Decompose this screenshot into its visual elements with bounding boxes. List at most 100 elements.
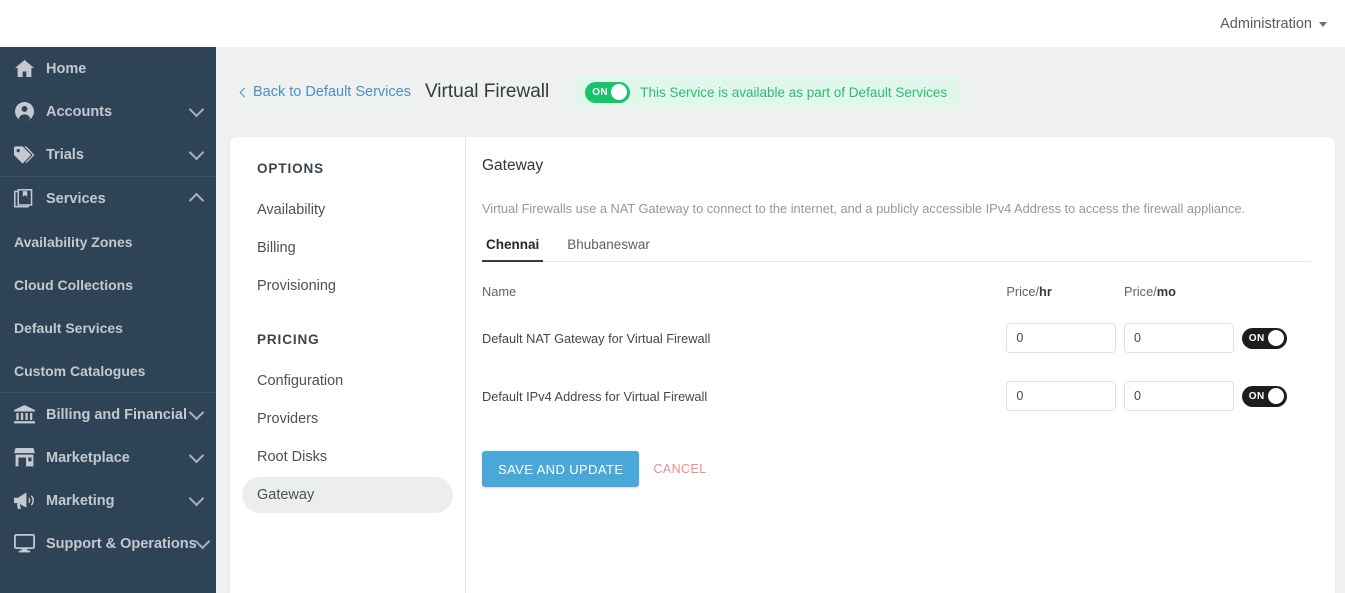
section-title: Gateway xyxy=(482,157,1311,175)
column-header-toggle xyxy=(1242,270,1311,309)
price-hr-input[interactable] xyxy=(1006,323,1116,353)
pane-item-billing[interactable]: Billing xyxy=(242,230,453,266)
sidebar-item-support-and-operations[interactable]: Support & Operations xyxy=(0,522,216,565)
chevron-down-icon xyxy=(189,448,205,464)
pane-item-root-disks[interactable]: Root Disks xyxy=(242,439,453,475)
chevron-down-icon xyxy=(189,102,205,118)
column-header-price-mo: Price/mo xyxy=(1124,270,1242,309)
pane-item-provisioning[interactable]: Provisioning xyxy=(242,268,453,304)
price-mo-prefix: Price/ xyxy=(1124,284,1157,299)
price-hr-input[interactable] xyxy=(1006,381,1116,411)
pane-item-providers[interactable]: Providers xyxy=(242,401,453,437)
toggle-knob xyxy=(611,84,627,100)
sidebar-item-services[interactable]: Services xyxy=(0,177,216,220)
sidebar-item-billing-and-financial[interactable]: Billing and Financial xyxy=(0,393,216,436)
chevron-down-icon xyxy=(194,534,210,550)
user-circle-icon xyxy=(12,101,36,123)
form-actions: SAVE AND UPDATE CANCEL xyxy=(482,451,1311,487)
pane-item-gateway[interactable]: Gateway xyxy=(242,477,453,513)
toggle-state-label: ON xyxy=(1245,333,1265,344)
pane-item-label: Configuration xyxy=(257,373,343,389)
administration-label: Administration xyxy=(1220,16,1312,32)
toggle-state-label: ON xyxy=(588,87,608,98)
sidebar-item-label: Trials xyxy=(46,147,191,163)
row-price-mo-cell xyxy=(1124,367,1242,425)
row-price-hr-cell xyxy=(1006,309,1124,367)
chevron-down-icon xyxy=(189,405,205,421)
price-mo-unit: mo xyxy=(1157,284,1176,299)
pricing-table: Name Price/hr Price/mo Default NAT Gatew… xyxy=(482,270,1311,425)
service-banner-text: This Service is available as part of Def… xyxy=(640,85,947,100)
megaphone-icon xyxy=(12,490,36,512)
sidebar-item-label: Accounts xyxy=(46,104,191,120)
sidebar-item-marketplace[interactable]: Marketplace xyxy=(0,436,216,479)
administration-menu[interactable]: Administration xyxy=(1220,16,1327,32)
tab-chennai[interactable]: Chennai xyxy=(482,237,543,261)
table-row: Default IPv4 Address for Virtual Firewal… xyxy=(482,367,1311,425)
sidebar-subitem-custom-catalogues[interactable]: Custom Catalogues xyxy=(0,349,216,392)
sidebar-subitem-default-services[interactable]: Default Services xyxy=(0,306,216,349)
pane-item-configuration[interactable]: Configuration xyxy=(242,363,453,399)
back-to-default-services-link[interactable]: Back to Default Services xyxy=(241,84,411,100)
sidebar-item-label: Billing and Financial xyxy=(46,407,191,423)
row-name: Default NAT Gateway for Virtual Firewall xyxy=(482,309,1006,367)
sidebar-item-marketing[interactable]: Marketing xyxy=(0,479,216,522)
pane-item-label: Gateway xyxy=(257,487,314,503)
page-title: Virtual Firewall xyxy=(425,81,549,103)
layers-icon xyxy=(12,188,36,210)
sidebar-item-accounts[interactable]: Accounts xyxy=(0,90,216,133)
storefront-icon xyxy=(12,447,36,469)
home-icon xyxy=(12,58,36,80)
price-hr-prefix: Price/ xyxy=(1006,284,1039,299)
settings-card: OPTIONS Availability Billing Provisionin… xyxy=(230,137,1335,593)
price-mo-input[interactable] xyxy=(1124,323,1234,353)
sidebar: Home Accounts Trials xyxy=(0,47,216,593)
section-description: Virtual Firewalls use a NAT Gateway to c… xyxy=(482,201,1311,216)
save-and-update-button[interactable]: SAVE AND UPDATE xyxy=(482,451,639,487)
service-availability-toggle[interactable]: ON xyxy=(585,82,630,103)
sidebar-group-main: Home Accounts Trials xyxy=(0,47,216,176)
sidebar-subitem-label: Default Services xyxy=(14,320,123,336)
sidebar-group-business: Billing and Financial Marketplace xyxy=(0,392,216,565)
tab-bhubaneswar[interactable]: Bhubaneswar xyxy=(563,237,654,261)
table-header-row: Name Price/hr Price/mo xyxy=(482,270,1311,309)
price-hr-unit: hr xyxy=(1039,284,1052,299)
sidebar-item-home[interactable]: Home xyxy=(0,47,216,90)
pane-item-label: Billing xyxy=(257,240,296,256)
chevron-down-icon xyxy=(1319,22,1327,27)
column-header-name: Name xyxy=(482,270,1006,309)
sidebar-item-label: Home xyxy=(46,61,202,77)
price-mo-input[interactable] xyxy=(1124,381,1234,411)
table-row: Default NAT Gateway for Virtual Firewall… xyxy=(482,309,1311,367)
toggle-state-label: ON xyxy=(1245,391,1265,402)
top-bar: Administration xyxy=(0,0,1345,47)
chevron-down-icon xyxy=(189,145,205,161)
sidebar-item-label: Support & Operations xyxy=(46,536,197,552)
bank-icon xyxy=(12,404,36,426)
toggle-knob xyxy=(1268,388,1284,404)
sidebar-group-services: Services Availability Zones Cloud Collec… xyxy=(0,176,216,392)
sidebar-subitem-cloud-collections[interactable]: Cloud Collections xyxy=(0,263,216,306)
row-price-mo-cell xyxy=(1124,309,1242,367)
column-header-price-hr: Price/hr xyxy=(1006,270,1124,309)
pricing-section-heading: PRICING xyxy=(242,332,453,347)
pane-item-label: Root Disks xyxy=(257,449,327,465)
chevron-up-icon xyxy=(189,193,205,209)
sidebar-item-trials[interactable]: Trials xyxy=(0,133,216,176)
row-enable-toggle[interactable]: ON xyxy=(1242,386,1287,407)
back-link-label: Back to Default Services xyxy=(253,84,411,100)
sidebar-subitem-label: Cloud Collections xyxy=(14,277,133,293)
sidebar-subitem-label: Availability Zones xyxy=(14,234,133,250)
pane-item-availability[interactable]: Availability xyxy=(242,192,453,228)
row-enable-toggle[interactable]: ON xyxy=(1242,328,1287,349)
toggle-knob xyxy=(1268,330,1284,346)
row-price-hr-cell xyxy=(1006,367,1124,425)
options-pane: OPTIONS Availability Billing Provisionin… xyxy=(230,137,466,593)
sidebar-subitem-label: Custom Catalogues xyxy=(14,363,145,379)
cancel-button[interactable]: CANCEL xyxy=(653,462,706,476)
page-header: Back to Default Services Virtual Firewal… xyxy=(216,47,1345,137)
options-section-heading: OPTIONS xyxy=(242,161,453,176)
sidebar-subitem-availability-zones[interactable]: Availability Zones xyxy=(0,220,216,263)
pane-item-label: Provisioning xyxy=(257,278,336,294)
region-tabs: Chennai Bhubaneswar xyxy=(482,237,1311,262)
